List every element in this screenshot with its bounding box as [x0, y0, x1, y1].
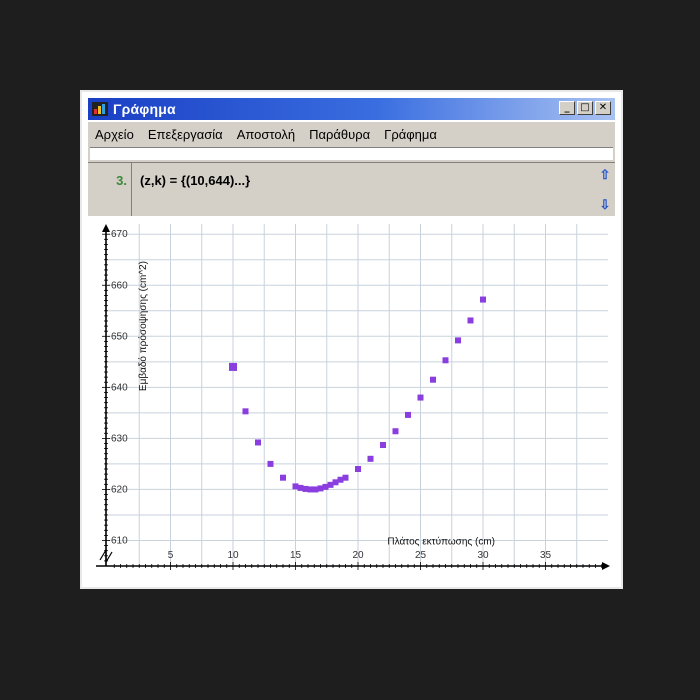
- toolbar-strip: [88, 146, 615, 162]
- menu-file[interactable]: Αρχείο: [88, 127, 141, 142]
- command-number: 3.: [88, 163, 132, 217]
- x-tick-label: 10: [227, 550, 239, 561]
- x-axis-label: Πλάτος εκτύπωσης (cm): [387, 536, 495, 548]
- data-point: [417, 394, 424, 401]
- grid: [108, 224, 608, 567]
- maximize-button[interactable]: □: [577, 101, 593, 115]
- menu-edit[interactable]: Επεξεργασία: [141, 127, 230, 142]
- y-axis-label: Εμβαδό πρόσοψησης (cm^2): [137, 261, 149, 391]
- data-point: [342, 474, 349, 481]
- window-title: Γράφημα: [113, 101, 176, 117]
- data-point: [380, 442, 386, 449]
- arrow-up-icon[interactable]: ⇧: [597, 167, 613, 183]
- data-point: [367, 455, 374, 462]
- data-point: [430, 376, 436, 383]
- title-bar[interactable]: Γράφημα _ □ ✕: [88, 98, 615, 120]
- scatter-chart: 5 10 15 20 25 30 35 610 620 630 640 650 660 670 Πλάτο…: [96, 224, 610, 570]
- tick-labels: 5 10 15 20 25 30 35 610 620 630 640 650 660 670: [111, 229, 551, 561]
- data-point: [405, 411, 411, 418]
- arrow-down-icon[interactable]: ⇩: [597, 197, 613, 213]
- graph-window: Γράφημα _ □ ✕ Αρχείο Επεξεργασία Αποστολ…: [80, 90, 623, 589]
- x-tick-label: 30: [477, 550, 489, 561]
- data-point: [480, 296, 486, 303]
- x-tick-label: 20: [352, 550, 364, 561]
- x-tick-label: 5: [168, 550, 174, 561]
- y-tick-label: 640: [111, 382, 128, 393]
- axes: [96, 224, 610, 570]
- y-axis-arrow: [102, 224, 110, 232]
- data-point: [467, 317, 474, 324]
- data-point: [242, 408, 249, 415]
- data-point: [455, 337, 461, 344]
- data-point: [442, 357, 449, 364]
- data-point: [255, 439, 261, 446]
- x-tick-label: 25: [415, 550, 427, 561]
- menu-bar: Αρχείο Επεξεργασία Αποστολή Παράθυρα Γρά…: [88, 122, 615, 146]
- y-tick-label: 660: [111, 280, 128, 291]
- menu-windows[interactable]: Παράθυρα: [302, 127, 377, 142]
- minimize-button[interactable]: _: [559, 101, 575, 115]
- y-tick-label: 650: [111, 331, 128, 342]
- data-point: [267, 460, 274, 467]
- y-tick-label: 670: [111, 229, 128, 240]
- data-point: [229, 362, 237, 371]
- y-tick-label: 620: [111, 484, 128, 495]
- x-tick-label: 15: [290, 550, 302, 561]
- app-icon: [92, 102, 108, 116]
- input-line[interactable]: [90, 147, 613, 160]
- data-point: [392, 428, 399, 435]
- x-axis-arrow: [602, 562, 610, 570]
- command-text[interactable]: (z,k) = {(10,644)...}: [140, 173, 250, 188]
- data-point: [355, 466, 361, 473]
- command-panel: 3. (z,k) = {(10,644)...} ⇧ ⇩: [88, 162, 615, 218]
- plot-area[interactable]: 5 10 15 20 25 30 35 610 620 630 640 650 660 670 Πλάτο…: [88, 216, 615, 578]
- menu-send[interactable]: Αποστολή: [230, 127, 302, 142]
- data-point: [280, 474, 286, 481]
- menu-graph[interactable]: Γράφημα: [377, 127, 444, 142]
- x-tick-label: 35: [540, 550, 552, 561]
- close-button[interactable]: ✕: [595, 101, 611, 115]
- y-tick-label: 630: [111, 433, 128, 444]
- y-tick-label: 610: [111, 535, 128, 546]
